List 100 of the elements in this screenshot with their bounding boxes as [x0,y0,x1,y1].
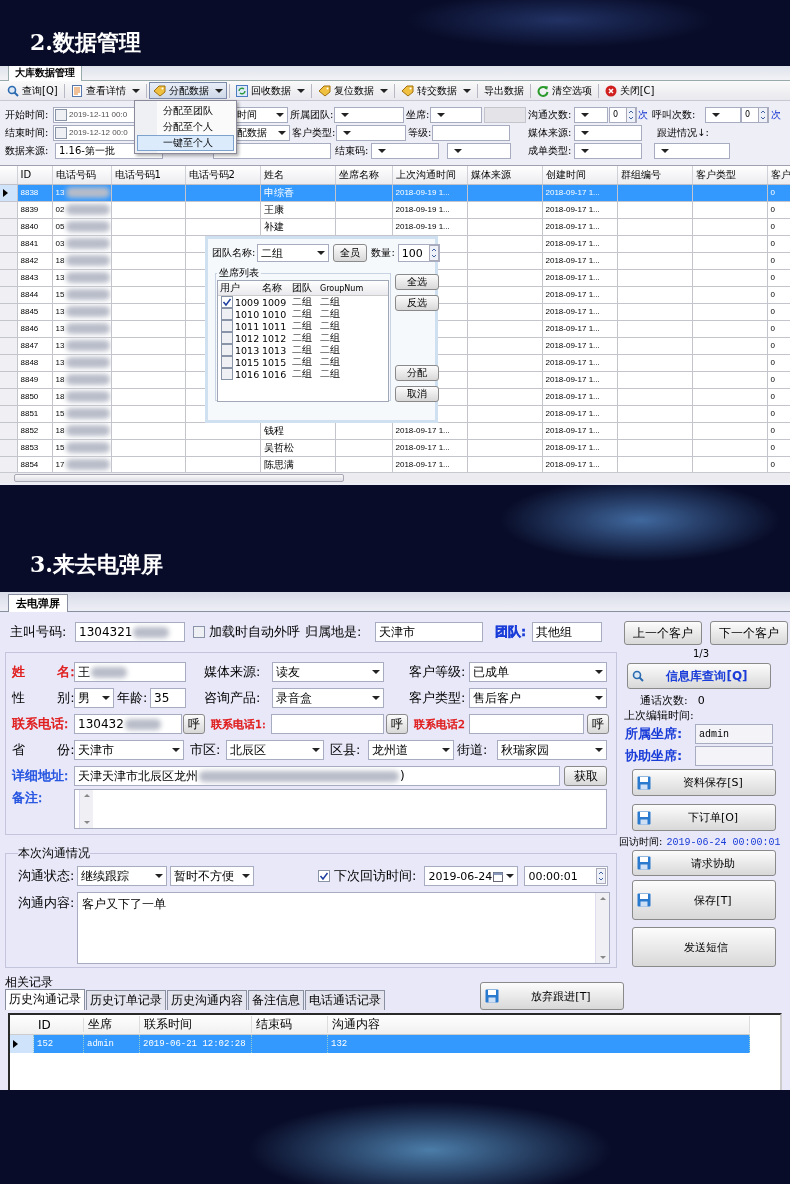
table-cell: 0 [767,422,790,439]
field-label: 性 别: [12,690,75,705]
list-cell-text: 二组 [291,367,313,381]
table-cell: 2018-09-17 1... [542,337,617,354]
field-label: 年龄: [117,690,148,705]
table-cell: 8839 [17,201,52,218]
column-header: 群组编号 [617,166,692,184]
list-cell-text: 1012 [261,332,288,344]
checkbox-label: 加载时自动外呼 [209,623,300,641]
field-label: 回访时间: [619,835,663,849]
list-cell-text: 二组 [291,355,313,369]
field-label: 沟通次数: [528,107,573,122]
table-cell: 13 [55,358,65,367]
column-header: ID [34,1017,84,1032]
field-label: 成单类型: [528,143,573,158]
column-header: 上次沟通时间 [392,166,467,184]
table-cell: 03 [55,239,65,248]
column-header: 沟通内容 [328,1016,750,1033]
list-cell-text: 二组 [291,295,313,309]
table-cell: 13 [55,341,65,350]
table-cell: 2018-09-19 1... [392,201,467,218]
section-heading: 3.来去电弹屏 [30,550,163,579]
list-cell-text: 二组 [291,343,313,357]
field-label: 媒体来源: [204,664,261,679]
table-cell: 0 [767,371,790,388]
table-cell: 补建 [260,218,335,235]
column-header: 媒体来源 [467,166,542,184]
table-cell: 0 [767,201,790,218]
column-header: 客户类型 [692,166,767,184]
field-label: 姓 名: [12,664,75,679]
table-cell: 8852 [17,422,52,439]
field-label: 市区: [190,742,221,757]
table-cell: 2018-09-17 1... [542,218,617,235]
column-header: 团队 [291,281,313,295]
table-cell: 8851 [17,405,52,422]
list-cell: 1015 [235,356,260,368]
column-header: GroupNum [319,283,365,293]
table-cell: 2019-06-21 12:02:28 [140,1035,252,1053]
column-header: ID [17,166,52,184]
list-cell: 1013 [235,344,260,356]
table-cell: 8848 [17,354,52,371]
table-cell: 0 [767,388,790,405]
field-label: 归属地是: [305,624,362,639]
list-cell-text: 二组 [319,307,341,321]
table-cell: 2018-09-17 1... [542,303,617,320]
unit-label: 次 [771,107,782,122]
table-cell: 2018-09-17 1... [542,422,617,439]
list-cell-text: 1010 [261,308,288,320]
table-cell: 0 [767,405,790,422]
table-cell: 2018-09-17 1... [542,269,617,286]
field-label: 备注: [12,790,43,805]
list-cell-text: 1011 [261,320,288,332]
field-label: 开始时间: [5,107,50,122]
section-heading: 2.数据管理 [30,28,141,57]
list-cell-text: 1009 [261,296,288,308]
table-cell: 2018-09-17 1... [542,286,617,303]
column-header: 结束码 [252,1016,328,1033]
list-cell-text: 1016 [261,368,288,380]
field-text: ) [400,769,405,783]
table-cell: 王康 [260,201,335,218]
table-cell: 152 [34,1035,84,1053]
column-header: 创建时间 [542,166,617,184]
table-cell: 17 [55,460,65,469]
table-cell: 13 [55,324,65,333]
list-cell-text: 二组 [319,343,341,357]
table-cell: 8847 [17,337,52,354]
field-label: 协助坐席: [625,747,684,765]
table-cell: 8853 [17,439,52,456]
table-cell: admin [84,1035,140,1053]
table-cell: 0 [767,303,790,320]
field-value: 2019-06-24 00:00:01 [666,836,781,848]
list-cell-text: 1015 [261,356,288,368]
table-cell: 8841 [17,235,52,252]
list-cell-text: 二组 [291,307,313,321]
list-cell-text: 二组 [291,319,313,333]
table-cell: 02 [55,205,65,214]
field-label: 沟通内容: [18,894,76,912]
field-value: 0 [697,693,705,707]
column-header: 电话号码 [52,166,111,184]
table-cell: 0 [767,354,790,371]
field-label: 结束码: [335,143,370,158]
table-cell: 13 [55,188,65,197]
table-cell: 8846 [17,320,52,337]
table-cell: 18 [55,375,65,384]
field-label: 所属团队: [290,107,334,122]
field-label: 主叫号码: [10,624,67,639]
table-cell: 18 [55,392,65,401]
table-cell: 13 [55,307,65,316]
field-label: 联系电话1: [211,718,266,731]
list-cell: 1010 [235,308,260,320]
list-cell-text: 二组 [319,295,341,309]
list-cell-text: 二组 [319,367,341,381]
table-cell: 0 [767,235,790,252]
table-cell: 2018-09-19 1... [392,218,467,235]
table-cell: 2018-09-17 1... [542,201,617,218]
field-label: 通话次数: [640,692,688,708]
list-cell: 1012 [235,332,260,344]
column-header: 电话号码2 [185,166,260,184]
field-label: 街道: [457,742,488,757]
table-cell: 8840 [17,218,52,235]
